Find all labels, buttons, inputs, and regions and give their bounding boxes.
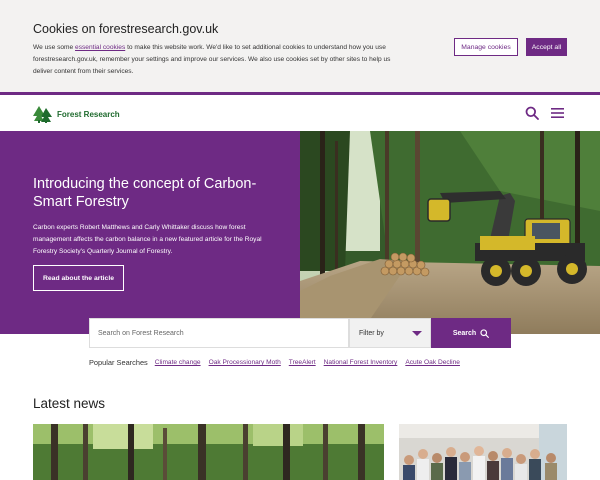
- hero-title: Introducing the concept of Carbon-Smart …: [33, 176, 257, 210]
- search-input[interactable]: Search on Forest Research: [89, 318, 349, 348]
- logo-text: Forest Research: [57, 109, 120, 119]
- read-article-button[interactable]: Read about the article: [33, 265, 124, 291]
- latest-news-heading: Latest news: [33, 396, 106, 411]
- search-icon[interactable]: [525, 106, 539, 120]
- accept-all-button[interactable]: Accept all: [526, 38, 567, 56]
- site-search: Search on Forest Research Filter by Sear…: [89, 318, 511, 348]
- page: Cookies on forestresearch.gov.uk We use …: [0, 0, 600, 480]
- popular-searches-label: Popular Searches: [89, 358, 148, 367]
- popular-link-climate-change[interactable]: Climate change: [155, 359, 201, 366]
- cookie-banner: Cookies on forestresearch.gov.uk We use …: [0, 0, 600, 95]
- filter-select[interactable]: Filter by: [349, 318, 431, 348]
- search-button[interactable]: Search: [431, 318, 511, 348]
- popular-link-oak-processionary-moth[interactable]: Oak Processionary Moth: [209, 359, 281, 366]
- menu-icon[interactable]: [551, 107, 564, 119]
- popular-link-national-forest-inventory[interactable]: National Forest Inventory: [324, 359, 398, 366]
- popular-searches: Popular Searches Climate change Oak Proc…: [89, 358, 509, 367]
- search-icon: [480, 328, 490, 338]
- filter-label: Filter by: [359, 329, 384, 337]
- search-button-label: Search: [452, 329, 477, 337]
- hero-description: Carbon experts Robert Matthews and Carly…: [33, 224, 262, 255]
- cookie-text: We use some essential cookies to make th…: [33, 42, 393, 78]
- hero-panel: Introducing the concept of Carbon-Smart …: [0, 131, 300, 334]
- chevron-down-icon: [412, 331, 422, 336]
- site-header: Forest Research: [0, 98, 600, 131]
- cookie-text-start: We use some: [33, 44, 76, 51]
- hero-image: [300, 131, 600, 334]
- news-card-image-forest[interactable]: [33, 424, 384, 480]
- manage-cookies-button[interactable]: Manage cookies: [454, 38, 518, 56]
- tree-logo-icon: [33, 106, 52, 123]
- cookie-title: Cookies on forestresearch.gov.uk: [33, 22, 219, 36]
- popular-link-acute-oak-decline[interactable]: Acute Oak Decline: [405, 359, 460, 366]
- essential-cookies-link[interactable]: essential cookies: [75, 44, 125, 51]
- news-card-image-group[interactable]: [399, 424, 567, 480]
- site-logo[interactable]: Forest Research: [33, 105, 120, 123]
- popular-link-treealert[interactable]: TreeAlert: [289, 359, 316, 366]
